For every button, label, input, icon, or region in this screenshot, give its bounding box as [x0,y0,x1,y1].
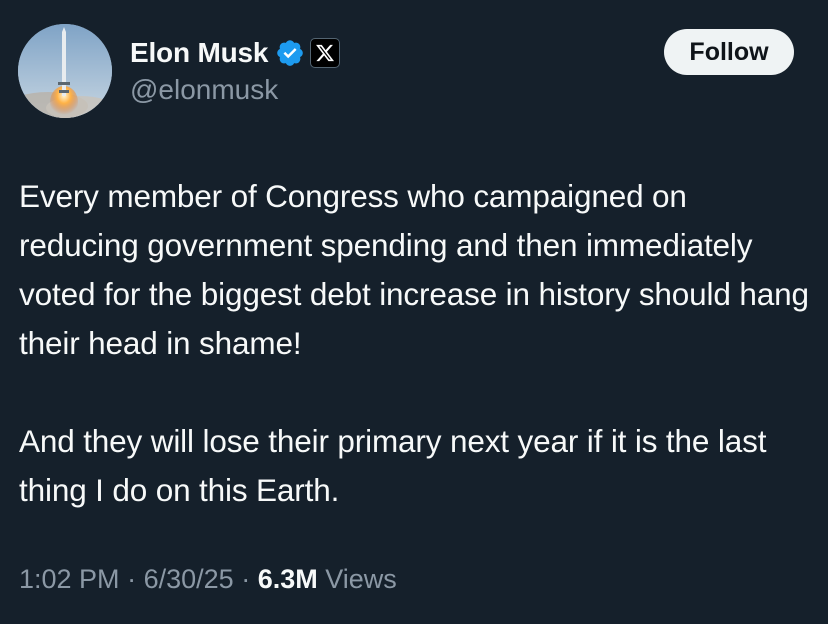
meta-separator: · [241,564,251,594]
avatar[interactable] [18,24,112,118]
views-count[interactable]: 6.3M [258,564,318,594]
views-label: Views [325,564,397,594]
meta-separator: · [127,564,137,594]
verified-badge-icon[interactable] [275,38,305,68]
author-name-row: Elon Musk [130,36,341,70]
tweet-time[interactable]: 1:02 PM [19,564,120,594]
x-logo-icon[interactable] [310,38,341,68]
handle[interactable]: @elonmusk [130,74,278,106]
tweet-date[interactable]: 6/30/25 [144,564,234,594]
tweet-paragraph: Every member of Congress who campaigned … [19,178,809,361]
rocket-launch-image [18,24,112,118]
follow-button[interactable]: Follow [664,29,794,75]
display-name[interactable]: Elon Musk [130,37,268,69]
tweet-paragraph: And they will lose their primary next ye… [19,423,767,508]
tweet-header: Elon Musk @elonmusk Follow [18,24,794,120]
tweet-text: Every member of Congress who campaigned … [19,172,809,515]
tweet-meta: 1:02 PM · 6/30/25 · 6.3M Views [19,564,397,595]
